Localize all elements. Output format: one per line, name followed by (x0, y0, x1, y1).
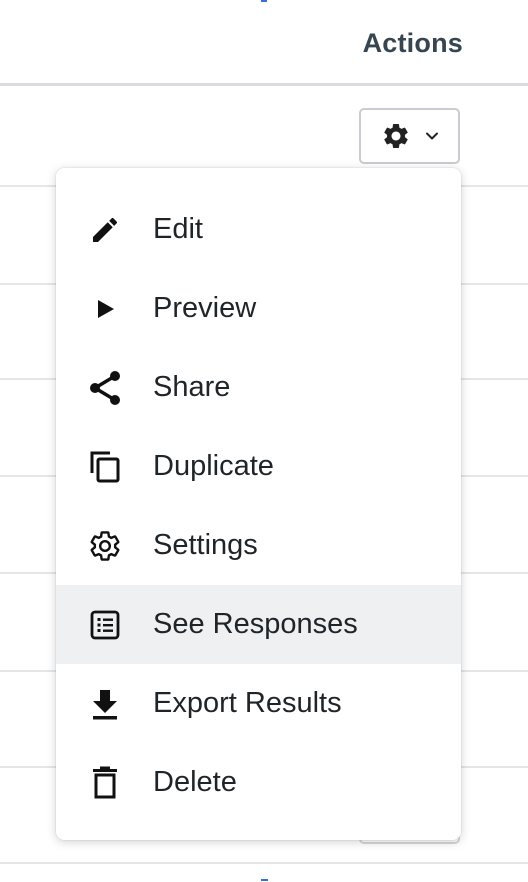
menu-item-see-responses[interactable]: See Responses (56, 585, 461, 664)
menu-item-label: Settings (153, 529, 258, 561)
page: Actions Edit Preview Share Duplicate Set… (0, 0, 528, 882)
share-icon (85, 368, 125, 408)
menu-item-label: Export Results (153, 687, 342, 719)
download-icon (85, 684, 125, 724)
table-header: Actions (0, 0, 528, 86)
trash-icon (85, 763, 125, 803)
chevron-down-icon (425, 131, 439, 141)
gear-icon (381, 121, 411, 151)
menu-item-duplicate[interactable]: Duplicate (56, 427, 461, 506)
menu-item-edit[interactable]: Edit (56, 190, 461, 269)
menu-item-preview[interactable]: Preview (56, 269, 461, 348)
menu-item-label: Share (153, 371, 231, 403)
gear-outline-icon (85, 526, 125, 566)
menu-item-export-results[interactable]: Export Results (56, 664, 461, 743)
menu-item-label: See Responses (153, 608, 358, 640)
actions-column-header: Actions (362, 28, 463, 58)
menu-item-label: Delete (153, 766, 237, 798)
menu-item-label: Edit (153, 213, 203, 245)
pencil-icon (85, 210, 125, 250)
actions-dropdown-menu: Edit Preview Share Duplicate Settings Se… (56, 168, 461, 840)
menu-item-label: Preview (153, 292, 257, 324)
actions-dropdown-button[interactable] (359, 108, 460, 164)
menu-item-share[interactable]: Share (56, 348, 461, 427)
focus-indicator-bottom (261, 879, 268, 881)
menu-item-settings[interactable]: Settings (56, 506, 461, 585)
list-icon (85, 605, 125, 645)
menu-item-delete[interactable]: Delete (56, 743, 461, 822)
play-icon (85, 289, 125, 329)
duplicate-icon (85, 447, 125, 487)
menu-item-label: Duplicate (153, 450, 274, 482)
table-row-divider (0, 862, 528, 864)
